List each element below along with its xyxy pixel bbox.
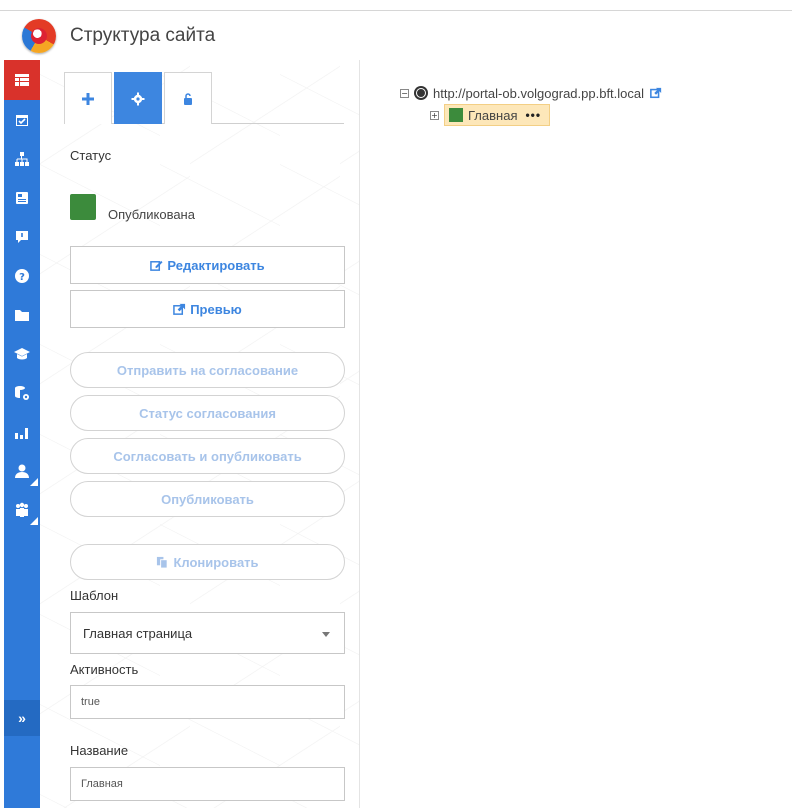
template-select[interactable]: Главная страница — [70, 612, 345, 654]
sitemap-icon — [15, 151, 29, 166]
submenu-corner-icon — [30, 517, 38, 525]
name-field[interactable]: Главная — [70, 767, 345, 801]
panel-tabs — [64, 72, 344, 124]
collapse-icon[interactable]: − — [400, 88, 409, 98]
top-divider — [0, 10, 792, 11]
rail-item-files[interactable] — [4, 295, 40, 334]
rail-item-structure[interactable] — [4, 60, 40, 100]
edit-icon — [150, 260, 163, 271]
rail-item-education[interactable] — [4, 334, 40, 373]
rail-item-users[interactable] — [4, 490, 40, 529]
properties-panel: Статус Опубликована Редактировать Превью… — [40, 60, 360, 808]
copy-icon — [157, 556, 169, 569]
comment-icon — [16, 230, 28, 243]
unlock-icon — [184, 92, 192, 105]
app-logo — [22, 19, 56, 53]
rail-item-stats[interactable] — [4, 412, 40, 451]
activity-field[interactable]: true — [70, 685, 345, 719]
user-icon — [15, 464, 29, 478]
tree-node-selected[interactable]: Главная ••• — [444, 104, 551, 126]
preview-button[interactable]: Превью — [70, 290, 345, 328]
globe-icon — [414, 86, 428, 100]
more-icon[interactable]: ••• — [525, 108, 541, 122]
folder-icon — [15, 309, 29, 321]
tab-add[interactable] — [64, 72, 112, 124]
rail-item-help[interactable]: ? — [4, 256, 40, 295]
page-title: Структура сайта — [70, 25, 216, 46]
status-label: Статус — [70, 148, 112, 163]
bar-chart-icon — [15, 427, 28, 439]
database-settings-icon — [15, 385, 29, 400]
tree-node: + Главная ••• — [430, 104, 662, 126]
clone-button[interactable]: Клонировать — [70, 544, 345, 580]
users-icon — [16, 502, 28, 517]
clone-button-label: Клонировать — [173, 554, 259, 570]
rail-item-sitemap[interactable] — [4, 139, 40, 178]
tab-permissions[interactable] — [164, 72, 212, 124]
template-label: Шаблон — [70, 588, 119, 603]
status-value: Опубликована — [108, 207, 195, 222]
submenu-corner-icon — [30, 478, 38, 486]
approval-status-button[interactable]: Статус согласования — [70, 395, 345, 431]
publish-button[interactable]: Опубликовать — [70, 481, 345, 517]
page-status-icon — [449, 108, 463, 122]
status-color-swatch — [70, 194, 96, 220]
tab-settings[interactable] — [114, 72, 162, 124]
rail-item-database[interactable] — [4, 373, 40, 412]
site-tree: − http://portal-ob.volgograd.pp.bft.loca… — [400, 82, 662, 126]
name-label: Название — [70, 743, 129, 758]
template-select-value: Главная страница — [83, 625, 193, 641]
expand-icon[interactable]: + — [430, 110, 439, 120]
preview-button-label: Превью — [190, 301, 242, 317]
svg-text:?: ? — [19, 272, 25, 283]
tree-root: − http://portal-ob.volgograd.pp.bft.loca… — [400, 82, 662, 104]
edit-button[interactable]: Редактировать — [70, 246, 345, 284]
activity-label: Активность — [70, 662, 139, 677]
external-link-icon — [173, 303, 186, 315]
send-approval-button[interactable]: Отправить на согласование — [70, 352, 345, 388]
rail-item-news[interactable] — [4, 178, 40, 217]
rail-item-tasks[interactable] — [4, 100, 40, 139]
calendar-check-icon — [16, 114, 28, 126]
rail-item-user[interactable] — [4, 451, 40, 490]
external-link-icon[interactable] — [650, 87, 662, 99]
rail-item-comments[interactable] — [4, 217, 40, 256]
edit-button-label: Редактировать — [167, 257, 265, 273]
app-header: Структура сайта — [0, 14, 792, 58]
question-icon: ? — [15, 268, 29, 283]
plus-icon — [82, 92, 94, 105]
table-icon — [15, 74, 29, 86]
gear-icon — [131, 92, 145, 105]
graduation-cap-icon — [14, 347, 30, 359]
tree-node-label: Главная — [468, 107, 518, 123]
left-nav-rail: ? » — [4, 60, 40, 808]
chevron-down-icon — [322, 632, 330, 637]
approve-publish-button[interactable]: Согласовать и опубликовать — [70, 438, 345, 474]
tree-root-url[interactable]: http://portal-ob.volgograd.pp.bft.local — [433, 86, 644, 101]
newspaper-icon — [16, 191, 28, 204]
rail-expand-button[interactable]: » — [4, 700, 40, 736]
